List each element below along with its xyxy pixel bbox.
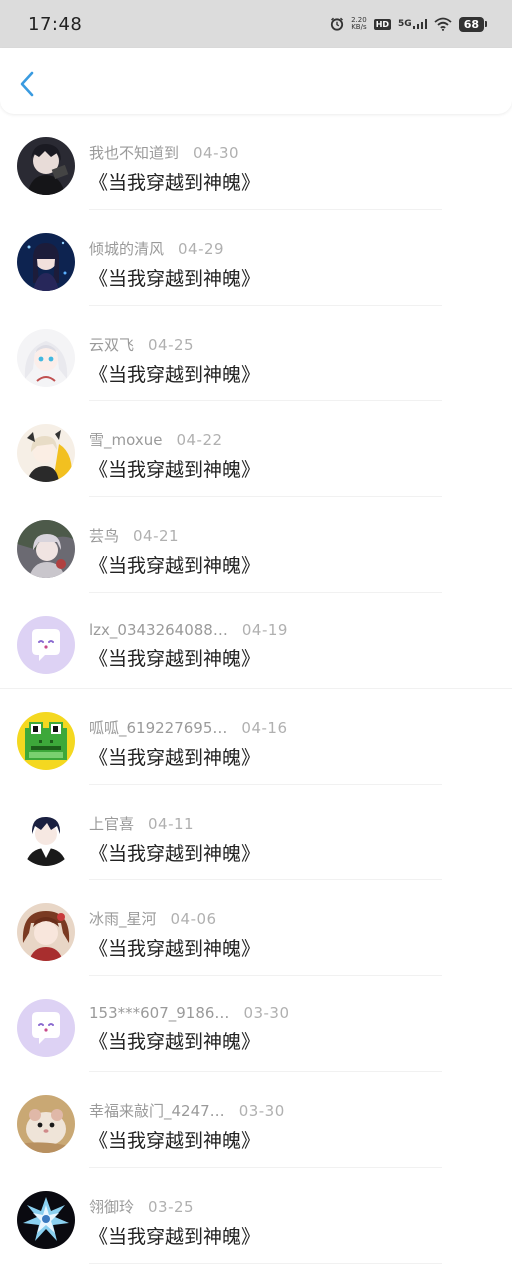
date: 04-29: [178, 239, 225, 258]
back-button[interactable]: [16, 70, 40, 98]
username: 翎御玲: [89, 1197, 135, 1216]
username: 云双飞: [89, 335, 135, 354]
date: 04-30: [193, 144, 240, 162]
date: 03-30: [238, 1101, 285, 1120]
avatar[interactable]: [17, 232, 75, 291]
avatar[interactable]: [17, 328, 75, 387]
book-title: 《当我穿越到神魄》: [89, 267, 261, 290]
battery-indicator: 68: [458, 16, 488, 32]
book-title: 《当我穿越到神魄》: [89, 172, 261, 194]
username: 呱呱_619227695…: [89, 718, 228, 737]
status-bar: 17:48 2.20 KB/s HD 5G 68: [0, 0, 512, 48]
date: 04-19: [241, 620, 288, 639]
list-item[interactable]: lzx_0343264088… 04-19 《当我穿越到神魄》: [0, 593, 512, 689]
reader-list: 我也不知道到 04-30 《当我穿越到神魄》 倾城的清风 04-29 《当我穿越到神…: [0, 114, 512, 1264]
avatar[interactable]: [17, 520, 75, 579]
date: 04-16: [241, 718, 288, 737]
list-item[interactable]: 我也不知道到 04-30 《当我穿越到神魄》: [0, 114, 512, 210]
avatar[interactable]: [17, 999, 75, 1058]
book-title: 《当我穿越到神魄》: [89, 1225, 261, 1248]
avatar[interactable]: [17, 1190, 75, 1249]
book-title: 《当我穿越到神魄》: [89, 555, 261, 578]
username: 上官喜: [89, 814, 135, 833]
hd-badge: HD: [373, 18, 392, 30]
list-item[interactable]: 冰雨_星河 04-06 《当我穿越到神魄》: [0, 880, 512, 977]
date: 04-06: [170, 910, 217, 929]
book-title: 《当我穿越到神魄》: [89, 938, 261, 961]
divider: [89, 1262, 442, 1264]
book-title: 《当我穿越到神魄》: [89, 746, 261, 769]
list-item[interactable]: 翎御玲 03-25 《当我穿越到神魄》: [0, 1168, 512, 1264]
date: 04-25: [148, 335, 195, 354]
network-speed: 2.20 KB/s: [351, 16, 367, 31]
avatar[interactable]: [17, 1094, 75, 1153]
avatar[interactable]: [17, 137, 75, 195]
username: lzx_0343264088…: [89, 620, 228, 639]
status-time: 17:48: [28, 13, 83, 35]
date: 04-22: [176, 431, 223, 450]
date: 04-11: [148, 814, 195, 833]
list-item[interactable]: 倾城的清风 04-29 《当我穿越到神魄》: [0, 210, 512, 306]
username: 我也不知道到: [89, 144, 180, 162]
book-title: 《当我穿越到神魄》: [89, 363, 261, 386]
username: 倾城的清风: [89, 239, 165, 258]
username: 芸鸟: [89, 527, 120, 546]
list-item[interactable]: 芸鸟 04-21 《当我穿越到神魄》: [0, 497, 512, 593]
alarm-icon: [330, 17, 344, 31]
date: 03-25: [148, 1197, 195, 1216]
book-title: 《当我穿越到神魄》: [89, 842, 261, 865]
chevron-left-icon: [20, 71, 34, 97]
avatar[interactable]: [17, 424, 75, 483]
username: 幸福来敲门_4247…: [89, 1101, 225, 1120]
date: 04-21: [133, 527, 180, 546]
signal-5g-icon: 5G: [398, 19, 427, 29]
book-title: 《当我穿越到神魄》: [89, 1129, 261, 1152]
status-icons: 2.20 KB/s HD 5G 68: [330, 16, 488, 32]
username: 153***607_9186…: [89, 1004, 230, 1023]
book-title: 《当我穿越到神魄》: [89, 1031, 261, 1054]
list-item[interactable]: 雪_moxue 04-22 《当我穿越到神魄》: [0, 401, 512, 498]
list-item[interactable]: 153***607_9186… 03-30 《当我穿越到神魄》: [0, 976, 512, 1072]
avatar[interactable]: [17, 807, 75, 866]
avatar[interactable]: [17, 615, 75, 674]
avatar[interactable]: [17, 903, 75, 962]
username: 雪_moxue: [89, 431, 163, 450]
list-item[interactable]: 云双飞 04-25 《当我穿越到神魄》: [0, 306, 512, 402]
book-title: 《当我穿越到神魄》: [89, 459, 261, 482]
list-item[interactable]: 幸福来敲门_4247… 03-30 《当我穿越到神魄》: [0, 1072, 512, 1168]
date: 03-30: [243, 1004, 290, 1023]
list-item[interactable]: 呱呱_619227695… 04-16 《当我穿越到神魄》: [0, 689, 512, 785]
nav-bar: [0, 48, 512, 114]
list-item[interactable]: 上官喜 04-11 《当我穿越到神魄》: [0, 785, 512, 881]
book-title: 《当我穿越到神魄》: [89, 647, 261, 670]
wifi-icon: [434, 17, 452, 31]
avatar[interactable]: [17, 711, 75, 770]
username: 冰雨_星河: [89, 910, 157, 929]
